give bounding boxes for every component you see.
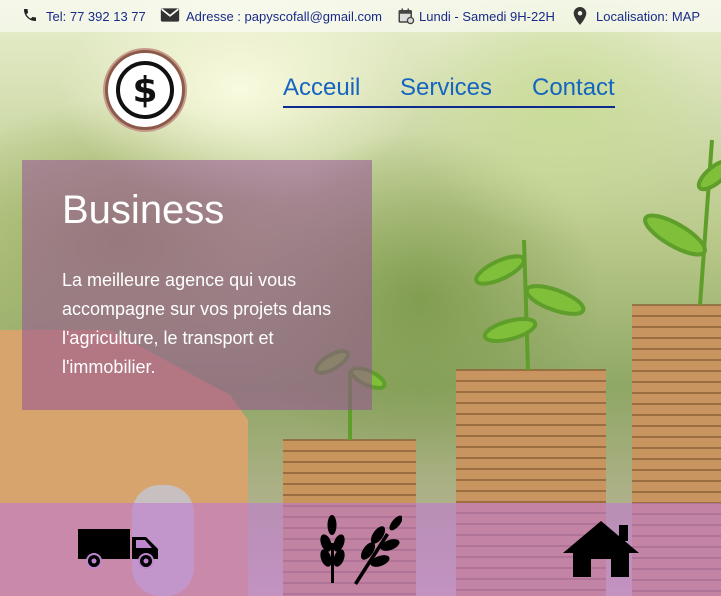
nav-link-contact[interactable]: Contact xyxy=(532,74,615,102)
phone-info[interactable]: Tel: 77 392 13 77 xyxy=(22,7,146,25)
calendar-icon xyxy=(397,7,415,25)
envelope-icon xyxy=(160,7,180,25)
wheat-icon[interactable] xyxy=(316,513,403,590)
location-info[interactable]: Localisation: MAP xyxy=(573,7,700,25)
email-text: Adresse : papyscofall@gmail.com xyxy=(186,8,382,24)
phone-text: Tel: 77 392 13 77 xyxy=(46,8,146,24)
email-info[interactable]: Adresse : papyscofall@gmail.com xyxy=(160,7,382,25)
site-logo[interactable]: $ xyxy=(105,50,185,130)
hours-text: Lundi - Samedi 9H-22H xyxy=(419,8,555,24)
location-text: Localisation: MAP xyxy=(596,8,701,24)
hero-description: La meilleure agence qui vous accompagne … xyxy=(62,270,332,377)
hours-info: Lundi - Samedi 9H-22H xyxy=(397,7,555,25)
main-nav: Acceuil Services Contact xyxy=(283,74,615,108)
truck-icon[interactable] xyxy=(78,527,160,574)
nav-link-services[interactable]: Services xyxy=(400,74,492,102)
top-info-bar: Tel: 77 392 13 77 Adresse : papyscofall@… xyxy=(0,0,721,32)
dollar-icon: $ xyxy=(116,61,174,119)
phone-icon xyxy=(22,7,40,25)
services-strip xyxy=(0,503,721,596)
map-pin-icon xyxy=(573,7,589,25)
house-icon[interactable] xyxy=(561,519,641,584)
hero-card: Business La meilleure agence qui vous ac… xyxy=(22,160,372,410)
hero-title: Business xyxy=(62,188,225,232)
nav-link-acceuil[interactable]: Acceuil xyxy=(283,74,360,102)
